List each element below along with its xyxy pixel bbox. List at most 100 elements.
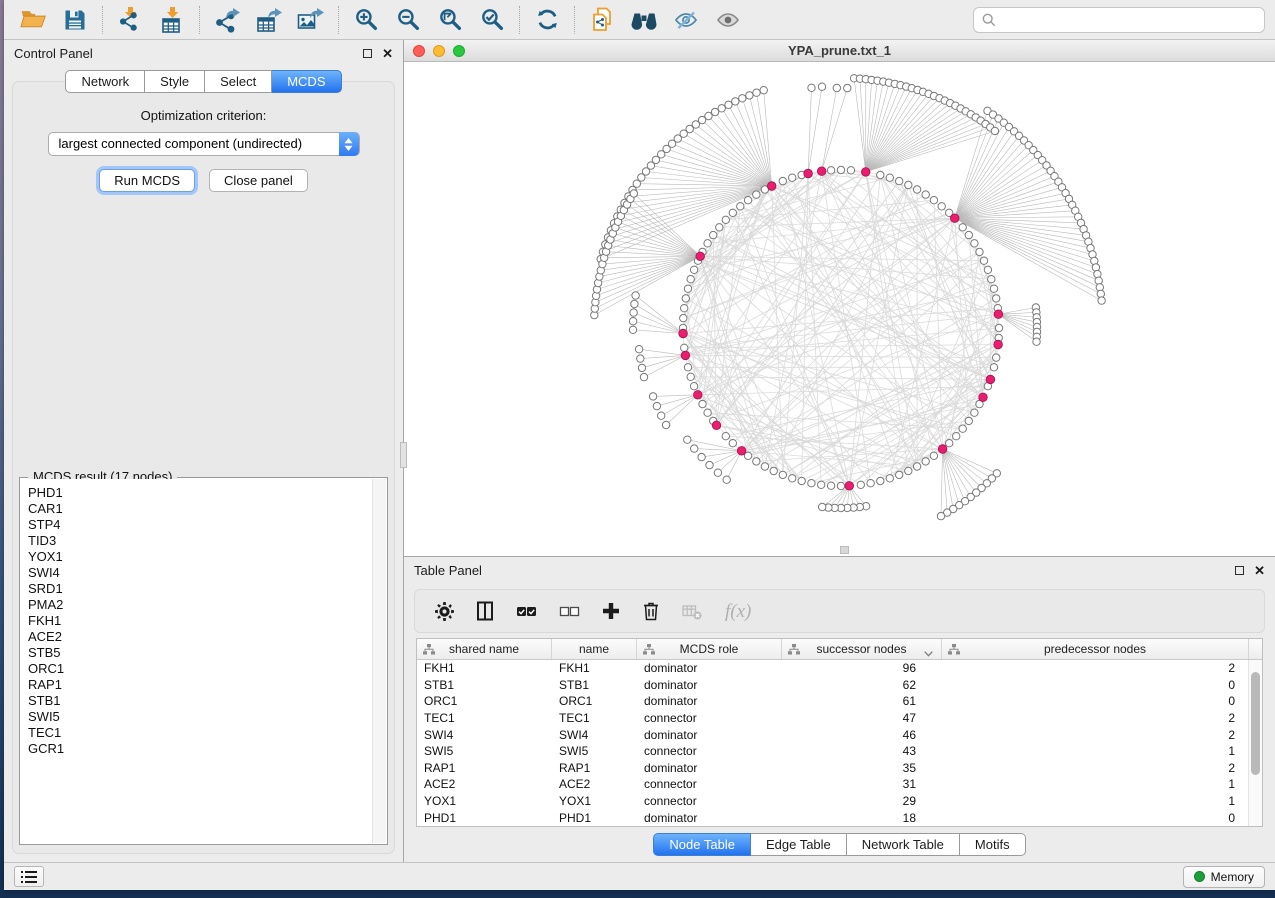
panel-splitter-grip[interactable]	[400, 442, 407, 468]
tab-network[interactable]: Network	[65, 70, 145, 93]
column-header-shared-name[interactable]: shared name	[417, 639, 552, 659]
float-panel-icon[interactable]	[363, 49, 372, 58]
table-cell[interactable]: dominator	[637, 661, 782, 675]
table-cell[interactable]: 0	[942, 811, 1248, 825]
import-network-icon[interactable]	[109, 4, 151, 36]
table-cell[interactable]: FKH1	[417, 661, 552, 675]
table-cell[interactable]: PHD1	[552, 811, 637, 825]
close-table-panel-icon[interactable]: ✕	[1254, 564, 1265, 577]
table-scrollbar-thumb[interactable]	[1251, 672, 1260, 775]
table-row[interactable]: SWI5SWI5connector431	[417, 743, 1248, 760]
refresh-icon[interactable]	[526, 4, 568, 36]
mcds-result-item[interactable]: ORC1	[28, 661, 372, 677]
mcds-result-item[interactable]: ACE2	[28, 629, 372, 645]
column-header-name[interactable]: name	[552, 639, 637, 659]
table-cell[interactable]: STB1	[417, 678, 552, 692]
table-cell[interactable]: dominator	[637, 728, 782, 742]
table-cell[interactable]: TEC1	[417, 711, 552, 725]
table-cell[interactable]: 2	[942, 711, 1248, 725]
column-header-successor-nodes[interactable]: successor nodes	[782, 639, 942, 659]
split-columns-icon[interactable]	[476, 601, 494, 621]
mcds-result-item[interactable]: PHD1	[28, 485, 372, 501]
table-scrollbar[interactable]	[1248, 660, 1262, 826]
table-cell[interactable]: ORC1	[417, 694, 552, 708]
delete-column-icon[interactable]	[642, 601, 660, 621]
table-cell[interactable]: ACE2	[552, 777, 637, 791]
export-network-icon[interactable]	[206, 4, 248, 36]
table-cell[interactable]: dominator	[637, 761, 782, 775]
close-panel-icon[interactable]: ✕	[382, 47, 393, 60]
mcds-result-item[interactable]: TEC1	[28, 725, 372, 741]
table-cell[interactable]: RAP1	[552, 761, 637, 775]
optimization-criterion-select[interactable]: largest connected component (undirected)	[48, 132, 360, 156]
mcds-result-item[interactable]: FKH1	[28, 613, 372, 629]
column-header-predecessor-nodes[interactable]: predecessor nodes	[942, 639, 1249, 659]
table-row[interactable]: SWI4SWI4dominator462	[417, 726, 1248, 743]
network-window-titlebar[interactable]: YPA_prune.txt_1	[404, 40, 1275, 62]
gear-icon[interactable]	[435, 602, 454, 621]
table-cell[interactable]: TEC1	[552, 711, 637, 725]
table-cell[interactable]: dominator	[637, 694, 782, 708]
mcds-result-item[interactable]: STB1	[28, 693, 372, 709]
zoom-out-icon[interactable]	[387, 4, 429, 36]
deselect-all-icon[interactable]	[559, 603, 580, 620]
tab-node-table[interactable]: Node Table	[653, 833, 751, 856]
table-cell[interactable]: connector	[637, 711, 782, 725]
show-panels-button[interactable]	[14, 866, 44, 887]
tab-select[interactable]: Select	[205, 70, 272, 93]
table-cell[interactable]: 0	[942, 678, 1248, 692]
mcds-result-item[interactable]: CAR1	[28, 501, 372, 517]
show-all-icon[interactable]	[707, 4, 749, 36]
table-cell[interactable]: 2	[942, 761, 1248, 775]
hide-selected-icon[interactable]	[665, 4, 707, 36]
table-cell[interactable]: 1	[942, 794, 1248, 808]
table-cell[interactable]: FKH1	[552, 661, 637, 675]
table-cell[interactable]: ORC1	[552, 694, 637, 708]
table-cell[interactable]: YOX1	[552, 794, 637, 808]
close-panel-button[interactable]: Close panel	[209, 169, 308, 192]
table-cell[interactable]: STB1	[552, 678, 637, 692]
table-cell[interactable]: SWI5	[552, 744, 637, 758]
memory-button[interactable]: Memory	[1183, 866, 1265, 888]
node-table-header[interactable]: shared namenameMCDS rolesuccessor nodesp…	[417, 639, 1262, 660]
mcds-result-list[interactable]: PHD1CAR1STP4TID3YOX1SWI4SRD1PMA2FKH1ACE2…	[21, 479, 372, 843]
mcds-result-item[interactable]: STB5	[28, 645, 372, 661]
table-cell[interactable]: YOX1	[417, 794, 552, 808]
mcds-result-item[interactable]: SWI4	[28, 565, 372, 581]
table-row[interactable]: RAP1RAP1dominator352	[417, 760, 1248, 777]
run-mcds-button[interactable]: Run MCDS	[99, 169, 195, 192]
table-cell[interactable]: connector	[637, 744, 782, 758]
table-cell[interactable]: 29	[782, 794, 942, 808]
tab-network-table[interactable]: Network Table	[847, 833, 960, 856]
table-row[interactable]: TEC1TEC1connector472	[417, 710, 1248, 727]
float-table-panel-icon[interactable]	[1235, 566, 1244, 575]
table-row[interactable]: YOX1YOX1connector291	[417, 793, 1248, 810]
node-table[interactable]: shared namenameMCDS rolesuccessor nodesp…	[416, 638, 1263, 827]
zoom-fit-icon[interactable]	[429, 4, 471, 36]
mcds-result-item[interactable]: PMA2	[28, 597, 372, 613]
table-cell[interactable]: 31	[782, 777, 942, 791]
table-row[interactable]: FKH1FKH1dominator962	[417, 660, 1248, 677]
table-cell[interactable]: SWI4	[417, 728, 552, 742]
save-session-icon[interactable]	[54, 4, 96, 36]
table-cell[interactable]: PHD1	[417, 811, 552, 825]
tab-edge-table[interactable]: Edge Table	[751, 833, 847, 856]
network-canvas[interactable]	[404, 62, 1275, 556]
table-cell[interactable]: dominator	[637, 678, 782, 692]
column-header-MCDS-role[interactable]: MCDS role	[637, 639, 782, 659]
mcds-result-item[interactable]: TID3	[28, 533, 372, 549]
table-row[interactable]: PHD1PHD1dominator180	[417, 809, 1248, 826]
zoom-selected-icon[interactable]	[471, 4, 513, 36]
mcds-result-item[interactable]: SRD1	[28, 581, 372, 597]
table-cell[interactable]: RAP1	[417, 761, 552, 775]
tab-mcds[interactable]: MCDS	[272, 70, 341, 93]
table-cell[interactable]: SWI5	[417, 744, 552, 758]
mcds-result-item[interactable]: RAP1	[28, 677, 372, 693]
mcds-result-item[interactable]: STP4	[28, 517, 372, 533]
network-graph[interactable]	[404, 62, 1272, 556]
table-cell[interactable]: 46	[782, 728, 942, 742]
share-network-icon[interactable]	[581, 4, 623, 36]
open-file-icon[interactable]	[12, 4, 54, 36]
mcds-result-scrollbar[interactable]	[372, 479, 386, 843]
node-table-body[interactable]: FKH1FKH1dominator962STB1STB1dominator620…	[417, 660, 1248, 826]
